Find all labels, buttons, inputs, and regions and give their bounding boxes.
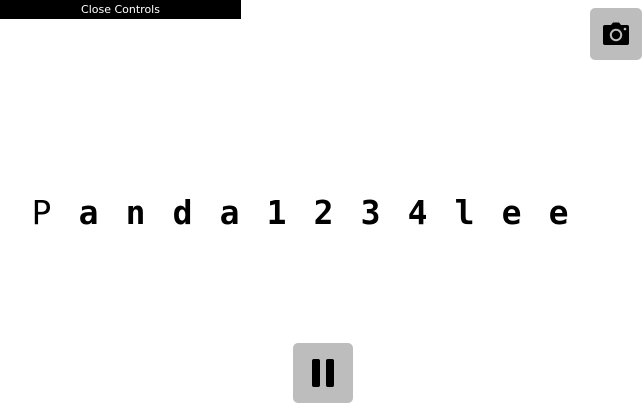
pause-button[interactable] bbox=[293, 343, 353, 403]
sequence-char: e bbox=[501, 193, 522, 232]
sequence-char: a bbox=[78, 193, 99, 232]
sequence-char: n bbox=[125, 193, 146, 232]
sequence-char: d bbox=[172, 193, 193, 232]
app-page: Close Controls Panda1234lee bbox=[0, 0, 642, 412]
sequence-char: 1 bbox=[266, 193, 287, 232]
camera-icon bbox=[602, 22, 630, 46]
character-sequence: Panda1234lee bbox=[18, 188, 578, 238]
pause-icon bbox=[310, 358, 336, 388]
sequence-char: 3 bbox=[360, 193, 381, 232]
camera-button[interactable] bbox=[590, 8, 642, 60]
sequence-char: P bbox=[31, 193, 52, 232]
sequence-char: 2 bbox=[313, 193, 334, 232]
close-controls-button[interactable]: Close Controls bbox=[0, 0, 241, 19]
sequence-char: 4 bbox=[407, 193, 428, 232]
sequence-char: e bbox=[548, 193, 569, 232]
sequence-char: a bbox=[219, 193, 240, 232]
sequence-char: l bbox=[454, 193, 475, 232]
